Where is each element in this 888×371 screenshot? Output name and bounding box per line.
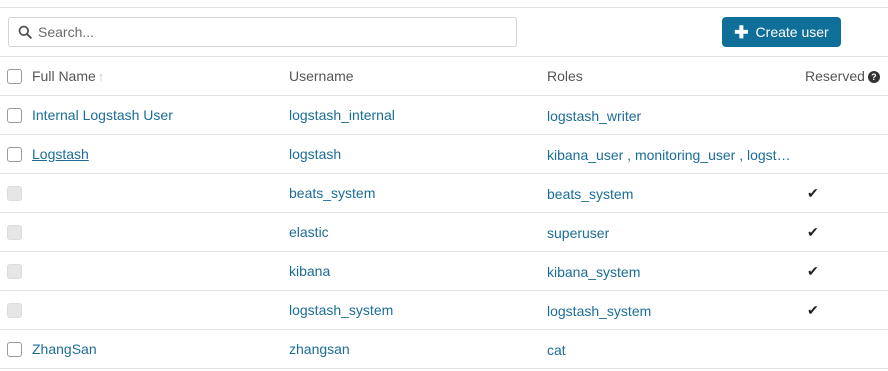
- row-checkbox[interactable]: [7, 107, 22, 123]
- reserved-check-icon: ✔: [807, 184, 819, 201]
- row-select-cell: [0, 290, 32, 330]
- username-cell: beats_system: [289, 173, 547, 213]
- column-username[interactable]: Username: [289, 56, 547, 96]
- username-link[interactable]: logstash_system: [289, 302, 393, 318]
- column-username-label: Username: [289, 68, 354, 84]
- column-full-name-label: Full Name: [32, 68, 96, 84]
- reserved-cell: ✔: [805, 251, 888, 291]
- table-row: beats_system beats_system ✔: [0, 173, 888, 213]
- row-select-cell: [0, 134, 32, 174]
- roles-cell: kibana_user , monitoring_user , logstash…: [547, 134, 805, 174]
- username-link[interactable]: beats_system: [289, 185, 375, 201]
- reserved-cell: ✔: [805, 212, 888, 252]
- full-name-link[interactable]: ZhangSan: [32, 341, 97, 357]
- reserved-cell: ✔: [805, 173, 888, 213]
- row-select-cell: [0, 212, 32, 252]
- help-icon[interactable]: ?: [867, 71, 880, 83]
- roles-cell: superuser: [547, 212, 805, 252]
- username-cell: zhangsan: [289, 329, 547, 369]
- top-divider: [0, 7, 888, 8]
- reserved-cell: [805, 134, 888, 174]
- column-reserved-label: Reserved: [805, 68, 865, 84]
- full-name-cell: Internal Logstash User: [32, 95, 289, 135]
- full-name-cell: [32, 212, 289, 252]
- username-link[interactable]: kibana: [289, 263, 330, 279]
- reserved-check-icon: ✔: [807, 301, 819, 318]
- table-row: kibana kibana_system ✔: [0, 251, 888, 291]
- full-name-cell: [32, 290, 289, 330]
- row-select-cell: [0, 95, 32, 135]
- table-row: Logstash logstash kibana_user , monitori…: [0, 134, 888, 174]
- reserved-cell: ✔: [805, 290, 888, 330]
- roles-link[interactable]: logstash_writer: [547, 108, 641, 124]
- roles-link[interactable]: beats_system: [547, 186, 633, 202]
- search-icon: [18, 25, 32, 39]
- roles-link[interactable]: kibana_user , monitoring_user , logstash…: [547, 147, 791, 163]
- username-link[interactable]: elastic: [289, 224, 329, 240]
- roles-cell: logstash_writer: [547, 95, 805, 135]
- select-all-cell: [0, 56, 32, 96]
- row-checkbox[interactable]: [7, 146, 22, 162]
- roles-cell: beats_system: [547, 173, 805, 213]
- username-link[interactable]: logstash: [289, 146, 341, 162]
- full-name-link[interactable]: Logstash: [32, 146, 89, 162]
- username-cell: logstash: [289, 134, 547, 174]
- create-user-label: Create user: [755, 24, 829, 40]
- roles-link[interactable]: superuser: [547, 225, 609, 241]
- column-full-name[interactable]: Full Name ↑: [32, 56, 289, 96]
- username-cell: logstash_internal: [289, 95, 547, 135]
- table-row: elastic superuser ✔: [0, 212, 888, 252]
- full-name-link[interactable]: Internal Logstash User: [32, 107, 173, 123]
- search-field[interactable]: [8, 17, 517, 47]
- sort-ascending-icon: ↑: [97, 69, 105, 84]
- table-header-row: Full Name ↑ Username Roles Reserved?: [0, 56, 888, 96]
- column-reserved: Reserved?: [805, 56, 888, 96]
- roles-cell: kibana_system: [547, 251, 805, 291]
- row-select-cell: [0, 251, 32, 291]
- row-checkbox[interactable]: [7, 341, 22, 357]
- row-checkbox-disabled: [7, 224, 22, 240]
- column-roles[interactable]: Roles: [547, 56, 805, 96]
- column-roles-label: Roles: [547, 68, 583, 84]
- table-row: Internal Logstash User logstash_internal…: [0, 95, 888, 135]
- users-table: Full Name ↑ Username Roles Reserved? Inte…: [0, 56, 888, 369]
- row-checkbox-disabled: [7, 185, 22, 201]
- row-checkbox-disabled: [7, 302, 22, 318]
- username-cell: logstash_system: [289, 290, 547, 330]
- roles-link[interactable]: cat: [547, 342, 566, 358]
- plus-icon: ✚: [734, 22, 749, 42]
- reserved-check-icon: ✔: [807, 223, 819, 240]
- reserved-cell: [805, 329, 888, 369]
- full-name-cell: ZhangSan: [32, 329, 289, 369]
- full-name-cell: [32, 173, 289, 213]
- reserved-cell: [805, 95, 888, 135]
- create-user-button[interactable]: ✚ Create user: [722, 17, 841, 47]
- username-link[interactable]: zhangsan: [289, 341, 350, 357]
- row-select-cell: [0, 173, 32, 213]
- username-link[interactable]: logstash_internal: [289, 107, 395, 123]
- full-name-cell: Logstash: [32, 134, 289, 174]
- select-all-checkbox[interactable]: [7, 68, 22, 84]
- row-checkbox-disabled: [7, 263, 22, 279]
- username-cell: elastic: [289, 212, 547, 252]
- roles-cell: cat: [547, 329, 805, 369]
- table-row: logstash_system logstash_system ✔: [0, 290, 888, 330]
- reserved-check-icon: ✔: [807, 262, 819, 279]
- table-row: ZhangSan zhangsan cat: [0, 329, 888, 369]
- row-select-cell: [0, 329, 32, 369]
- username-cell: kibana: [289, 251, 547, 291]
- roles-link[interactable]: kibana_system: [547, 264, 640, 280]
- roles-link[interactable]: logstash_system: [547, 303, 651, 319]
- full-name-cell: [32, 251, 289, 291]
- roles-cell: logstash_system: [547, 290, 805, 330]
- search-input[interactable]: [38, 24, 498, 40]
